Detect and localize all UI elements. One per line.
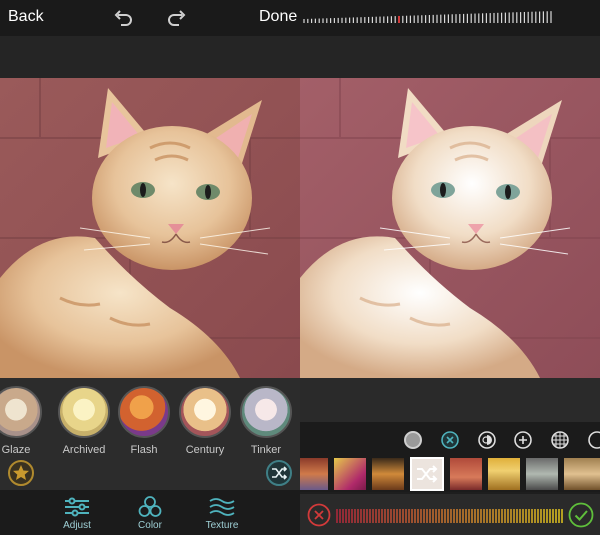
- shuffle-icon: [417, 465, 438, 483]
- tab-adjust[interactable]: Adjust: [42, 494, 112, 534]
- cat-photo: [300, 78, 600, 378]
- top-bar: Back Done: [0, 0, 300, 36]
- close-circle-icon[interactable]: [441, 431, 459, 449]
- filter-label: Tinker: [250, 444, 282, 456]
- filter-label: Century: [185, 444, 225, 456]
- editor-left-pane: Back Done Glaze Archived Flash Century T…: [0, 0, 300, 535]
- redo-icon[interactable]: [166, 8, 188, 28]
- grid-circle-icon[interactable]: [551, 431, 569, 449]
- filter-glaze-thumbnail: [0, 386, 42, 438]
- plus-circle-icon[interactable]: [514, 431, 532, 449]
- filter-flash[interactable]: Flash: [118, 386, 170, 462]
- texture-tools: [300, 422, 600, 456]
- shuffle-icon: [272, 466, 288, 480]
- filter-archived[interactable]: Archived: [58, 386, 110, 462]
- texture-swatch[interactable]: [526, 458, 558, 490]
- done-button[interactable]: Done: [259, 8, 297, 26]
- texture-swatch[interactable]: [564, 458, 600, 490]
- star-icon: [13, 465, 29, 480]
- filter-tinker[interactable]: Tinker: [240, 386, 292, 462]
- filter-tinker-thumbnail: [240, 386, 292, 438]
- filter-flash-thumbnail: [118, 386, 170, 438]
- tab-label: Color: [138, 520, 162, 531]
- sliders-icon: [65, 497, 89, 517]
- solid-circle-icon[interactable]: [404, 431, 422, 449]
- tab-bar: Adjust Color Texture: [0, 490, 300, 535]
- tab-texture[interactable]: Texture: [187, 494, 257, 534]
- cancel-icon[interactable]: [307, 503, 331, 527]
- intensity-tick-slider[interactable]: [302, 9, 594, 25]
- filter-label: Archived: [62, 444, 106, 456]
- filter-century[interactable]: Century: [179, 386, 231, 462]
- tab-label: Adjust: [63, 520, 91, 531]
- texture-amount-slider[interactable]: [336, 508, 564, 524]
- photo-preview: [0, 78, 300, 378]
- texture-swatch[interactable]: [450, 458, 482, 490]
- undo-icon[interactable]: [112, 8, 134, 28]
- filter-archived-thumbnail: [58, 386, 110, 438]
- shuffle-button[interactable]: [266, 460, 292, 486]
- texture-swatch[interactable]: [300, 458, 328, 490]
- texture-swatch[interactable]: [372, 458, 404, 490]
- texture-swatch[interactable]: [488, 458, 520, 490]
- photo-preview: [300, 78, 600, 378]
- spacer-bar: [300, 36, 600, 78]
- texture-swatch[interactable]: [334, 458, 366, 490]
- editor-right-pane: [300, 0, 600, 535]
- more-circle-icon[interactable]: [588, 431, 600, 449]
- texture-strip: [300, 456, 600, 492]
- filter-label: Flash: [130, 444, 158, 456]
- confirm-check-icon[interactable]: [568, 502, 594, 528]
- color-circles-icon: [138, 496, 162, 517]
- texture-swatch-selected[interactable]: [410, 457, 444, 491]
- filter-glaze[interactable]: Glaze: [0, 386, 42, 462]
- half-circle-icon[interactable]: [478, 431, 496, 449]
- filter-century-thumbnail: [179, 386, 231, 438]
- texture-amount-bar: [300, 494, 600, 535]
- favorites-button[interactable]: [8, 460, 34, 486]
- tab-label: Texture: [205, 520, 239, 531]
- intensity-bar: [300, 0, 600, 36]
- texture-waves-icon: [209, 498, 235, 516]
- back-button[interactable]: Back: [8, 8, 44, 26]
- tab-color[interactable]: Color: [115, 494, 185, 534]
- filter-label: Glaze: [1, 444, 31, 456]
- filter-strip: Glaze Archived Flash Century Tinker: [0, 378, 300, 490]
- panel-gap: [300, 378, 600, 422]
- cat-photo: [0, 78, 300, 378]
- spacer-bar: [0, 36, 300, 78]
